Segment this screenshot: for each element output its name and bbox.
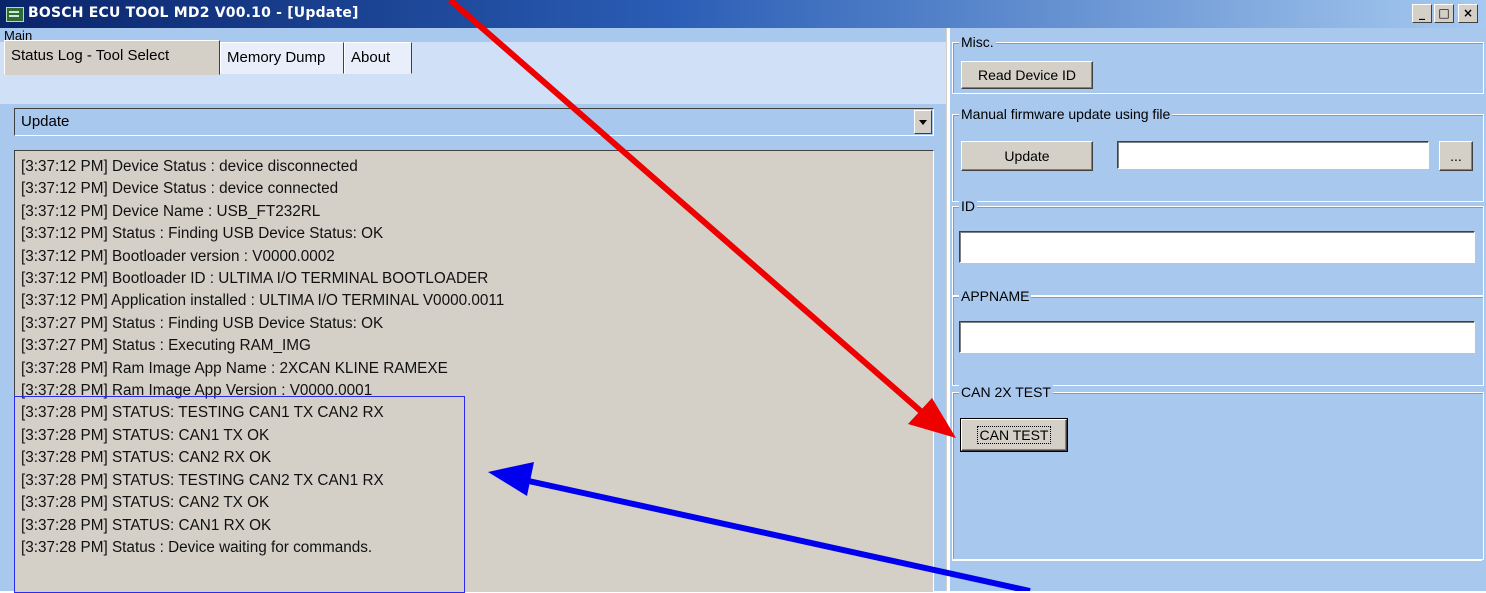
app-window-icon (6, 7, 24, 22)
log-line: [3:37:12 PM] Application installed : ULT… (21, 292, 505, 310)
log-line: [3:37:12 PM] Bootloader version : V0000.… (21, 247, 335, 265)
appname-field[interactable] (959, 321, 1475, 353)
bottom-divider (952, 560, 1482, 561)
status-log[interactable]: [3:37:12 PM] Device Status : device disc… (14, 150, 934, 593)
update-button[interactable]: Update (961, 141, 1093, 171)
log-line: [3:37:12 PM] Device Status : device disc… (21, 158, 358, 175)
log-line: [3:37:28 PM] Status : Device waiting for… (21, 538, 373, 556)
chevron-down-icon[interactable] (914, 110, 932, 134)
log-line: [3:37:28 PM] STATUS: CAN2 TX OK (21, 494, 270, 512)
log-line: [3:37:12 PM] Device Name : USB_FT232RL (21, 202, 321, 220)
log-line: [3:37:28 PM] STATUS: CAN1 RX OK (21, 516, 272, 534)
minimize-button[interactable]: _ (1412, 4, 1432, 23)
log-line: [3:37:28 PM] STATUS: TESTING CAN1 TX CAN… (21, 404, 384, 422)
maximize-button[interactable]: □ (1434, 4, 1454, 23)
tool-select-dropdown[interactable]: Update (14, 108, 934, 136)
main-panel: Main Status Log - Tool Select Memory Dum… (0, 28, 946, 593)
tool-select-value: Update (21, 113, 70, 130)
browse-button[interactable]: ... (1439, 141, 1473, 171)
id-field[interactable] (959, 231, 1475, 263)
window-title: BOSCH ECU TOOL MD2 V00.10 - [Update] (28, 5, 359, 21)
log-line: [3:37:28 PM] STATUS: TESTING CAN2 TX CAN… (21, 471, 384, 489)
can-test-button[interactable]: CAN TEST (960, 418, 1068, 452)
can-test-group: CAN 2X TEST CAN TEST (952, 384, 1484, 560)
log-line: [3:37:28 PM] STATUS: CAN2 RX OK (21, 449, 272, 467)
tab-memory-dump[interactable]: Memory Dump (220, 42, 344, 74)
close-button[interactable]: × (1458, 4, 1478, 23)
appname-group: APPNAME (952, 288, 1484, 386)
tab-strip: Status Log - Tool Select Memory Dump Abo… (0, 40, 946, 104)
log-line: [3:37:28 PM] Ram Image App Version : V00… (21, 382, 373, 400)
misc-group: Misc. Read Device ID (952, 34, 1484, 94)
title-bar: BOSCH ECU TOOL MD2 V00.10 - [Update] _ □… (0, 0, 1486, 29)
log-line: [3:37:12 PM] Device Status : device conn… (21, 180, 339, 198)
firmware-file-input[interactable] (1117, 141, 1429, 169)
id-group: ID (952, 198, 1484, 296)
log-line: [3:37:12 PM] Status : Finding USB Device… (21, 225, 384, 243)
id-group-label: ID (959, 198, 977, 214)
log-line: [3:37:28 PM] Ram Image App Name : 2XCAN … (21, 359, 448, 377)
tab-about[interactable]: About (344, 42, 412, 74)
can-test-group-label: CAN 2X TEST (959, 384, 1053, 400)
misc-group-label: Misc. (959, 34, 996, 50)
firmware-group-label: Manual firmware update using file (959, 106, 1173, 122)
firmware-update-group: Manual firmware update using file Update… (952, 106, 1484, 202)
window-controls: _ □ × (1412, 4, 1478, 23)
appname-group-label: APPNAME (959, 288, 1032, 304)
can-test-button-label: CAN TEST (976, 426, 1052, 444)
log-line: [3:37:27 PM] Status : Finding USB Device… (21, 314, 384, 332)
log-list: [3:37:12 PM] Device Status : device disc… (21, 156, 504, 559)
log-line: [3:37:27 PM] Status : Executing RAM_IMG (21, 337, 311, 355)
side-panel: Misc. Read Device ID Manual firmware upd… (950, 28, 1486, 591)
log-line: [3:37:28 PM] STATUS: CAN1 TX OK (21, 426, 270, 444)
tab-status-log[interactable]: Status Log - Tool Select (4, 40, 220, 75)
log-line: [3:37:12 PM] Bootloader ID : ULTIMA I/O … (21, 270, 489, 288)
read-device-id-button[interactable]: Read Device ID (961, 61, 1093, 89)
